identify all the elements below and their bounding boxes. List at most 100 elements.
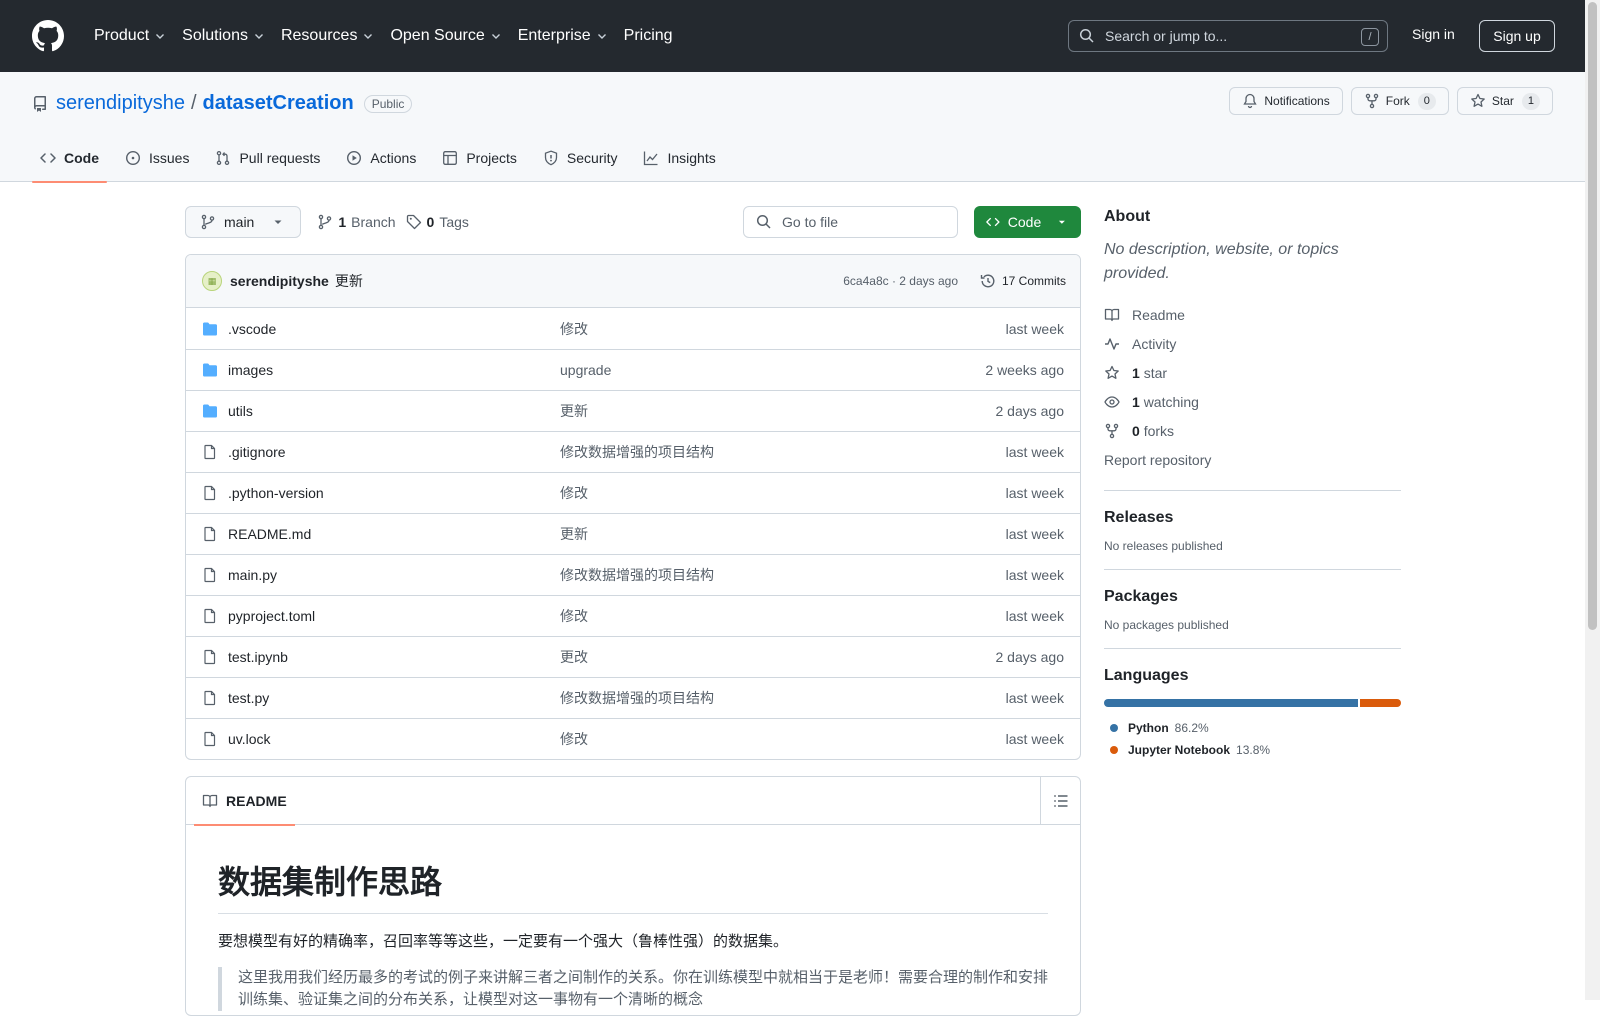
forks-link[interactable]: 0 forks xyxy=(1104,416,1401,445)
outline-button[interactable] xyxy=(1040,777,1080,825)
file-commit-message[interactable]: 更改 xyxy=(560,647,588,667)
activity-link[interactable]: Activity xyxy=(1104,329,1401,358)
star-button[interactable]: Star 1 xyxy=(1456,87,1553,115)
language-list: Python 86.2% Jupyter Notebook 13.8% xyxy=(1104,717,1401,761)
file-name-link[interactable]: main.py xyxy=(228,567,560,583)
tags-link[interactable]: 0 Tags xyxy=(406,214,469,230)
file-name-link[interactable]: .vscode xyxy=(228,321,560,337)
notifications-button[interactable]: Notifications xyxy=(1229,87,1343,115)
tab-pull-requests[interactable]: Pull requests xyxy=(207,134,328,182)
readme-link[interactable]: Readme xyxy=(1104,300,1401,329)
repo-name-link[interactable]: datasetCreation xyxy=(203,92,354,115)
tab-actions[interactable]: Actions xyxy=(338,134,424,182)
repo-owner-link[interactable]: serendipityshe xyxy=(56,92,185,115)
table-icon xyxy=(443,151,458,165)
nav-solutions[interactable]: Solutions xyxy=(174,18,273,54)
global-search-input[interactable]: Search or jump to... / xyxy=(1068,20,1388,52)
watching-count: 1 xyxy=(1132,393,1140,410)
file-name-link[interactable]: README.md xyxy=(228,526,560,542)
avatar[interactable]: ▦ xyxy=(202,271,222,291)
sign-up-button[interactable]: Sign up xyxy=(1479,20,1555,52)
file-row[interactable]: .python-version 修改 last week xyxy=(186,472,1080,513)
file-row[interactable]: test.ipynb 更改 2 days ago xyxy=(186,636,1080,677)
tag-label: Tags xyxy=(439,214,469,230)
file-name-link[interactable]: utils xyxy=(228,403,560,419)
file-name-link[interactable]: test.py xyxy=(228,690,560,706)
file-name-link[interactable]: .python-version xyxy=(228,485,560,501)
code-dropdown-button[interactable]: Code xyxy=(974,206,1081,238)
commit-message-link[interactable]: 更新 xyxy=(335,271,363,291)
tab-security[interactable]: Security xyxy=(535,134,626,182)
file-name-link[interactable]: .gitignore xyxy=(228,444,560,460)
file-row[interactable]: main.py 修改数据增强的项目结构 last week xyxy=(186,554,1080,595)
go-to-file-placeholder: Go to file xyxy=(782,214,839,230)
branch-select-button[interactable]: main xyxy=(185,206,302,238)
commit-author-link[interactable]: serendipityshe xyxy=(230,273,329,289)
commit-hash-time[interactable]: 6ca4a8c · 2 days ago xyxy=(843,274,958,288)
tab-code[interactable]: Code xyxy=(32,134,107,183)
fork-label: Fork xyxy=(1385,94,1410,108)
list-icon xyxy=(1053,795,1067,807)
file-commit-message[interactable]: 修改 xyxy=(560,729,588,749)
file-row[interactable]: .vscode 修改 last week xyxy=(186,308,1080,349)
file-icon xyxy=(202,444,218,460)
file-row[interactable]: test.py 修改数据增强的项目结构 last week xyxy=(186,677,1080,718)
about-title: About xyxy=(1104,208,1151,225)
file-commit-message[interactable]: 更新 xyxy=(560,524,588,544)
watchers-link[interactable]: 1 watching xyxy=(1104,387,1401,416)
file-row[interactable]: images upgrade 2 weeks ago xyxy=(186,349,1080,390)
book-icon xyxy=(1104,308,1120,321)
file-name-link[interactable]: pyproject.toml xyxy=(228,608,560,624)
nav-enterprise[interactable]: Enterprise xyxy=(510,18,616,54)
tab-label: Insights xyxy=(667,150,716,166)
nav-resources[interactable]: Resources xyxy=(273,18,382,54)
file-commit-message[interactable]: 修改数据增强的项目结构 xyxy=(560,565,714,585)
file-commit-message[interactable]: 修改 xyxy=(560,319,588,339)
fork-button[interactable]: Fork 0 xyxy=(1350,87,1449,115)
file-row[interactable]: utils 更新 2 days ago xyxy=(186,390,1080,431)
tab-issues[interactable]: Issues xyxy=(117,134,197,182)
file-toolbar: main 1 Branch 0 Tags Go to file Code xyxy=(185,206,1081,238)
packages-title[interactable]: Packages xyxy=(1104,588,1401,606)
packages-text: No packages published xyxy=(1104,618,1229,632)
nav-product[interactable]: Product xyxy=(86,18,174,54)
star-count: 1 xyxy=(1521,92,1540,110)
go-to-file-input[interactable]: Go to file xyxy=(743,206,958,238)
nav-pricing[interactable]: Pricing xyxy=(616,18,681,54)
sign-in-link[interactable]: Sign in xyxy=(1412,26,1455,42)
file-name-link[interactable]: uv.lock xyxy=(228,731,560,747)
chevron-down-icon xyxy=(491,34,500,39)
scrollbar-thumb[interactable] xyxy=(1588,2,1597,630)
readme-tab[interactable]: README xyxy=(194,777,295,826)
stars-link[interactable]: 1 star xyxy=(1104,358,1401,387)
forks-count: 0 xyxy=(1132,422,1140,439)
file-commit-message[interactable]: 修改数据增强的项目结构 xyxy=(560,688,714,708)
visibility-badge: Public xyxy=(363,94,413,113)
tab-insights[interactable]: Insights xyxy=(635,134,723,182)
language-item[interactable]: Python 86.2% xyxy=(1104,717,1401,739)
file-commit-message[interactable]: 修改 xyxy=(560,483,588,503)
branches-link[interactable]: 1 Branch xyxy=(317,214,396,230)
language-bar xyxy=(1104,699,1401,707)
tab-label: Projects xyxy=(466,150,517,166)
report-repository-link[interactable]: Report repository xyxy=(1104,445,1401,474)
file-row[interactable]: pyproject.toml 修改 last week xyxy=(186,595,1080,636)
file-commit-time: last week xyxy=(1005,608,1064,624)
file-commit-message[interactable]: 更新 xyxy=(560,401,588,421)
github-logo-icon[interactable] xyxy=(32,20,64,52)
file-row[interactable]: uv.lock 修改 last week xyxy=(186,718,1080,759)
file-commit-message[interactable]: 修改 xyxy=(560,606,588,626)
file-commit-message[interactable]: 修改数据增强的项目结构 xyxy=(560,442,714,462)
file-name-link[interactable]: images xyxy=(228,362,560,378)
file-name-link[interactable]: test.ipynb xyxy=(228,649,560,665)
file-row[interactable]: README.md 更新 last week xyxy=(186,513,1080,554)
file-row[interactable]: .gitignore 修改数据增强的项目结构 last week xyxy=(186,431,1080,472)
releases-title[interactable]: Releases xyxy=(1104,509,1401,527)
commits-history-link[interactable]: 17 Commits xyxy=(980,273,1066,289)
code-button-label: Code xyxy=(1007,214,1042,230)
file-commit-message[interactable]: upgrade xyxy=(560,362,611,378)
language-item[interactable]: Jupyter Notebook 13.8% xyxy=(1104,739,1401,761)
tab-projects[interactable]: Projects xyxy=(434,134,525,182)
languages-section: Languages Python 86.2% Jupyter Notebook 13.… xyxy=(1104,648,1401,761)
nav-open-source[interactable]: Open Source xyxy=(382,18,509,54)
